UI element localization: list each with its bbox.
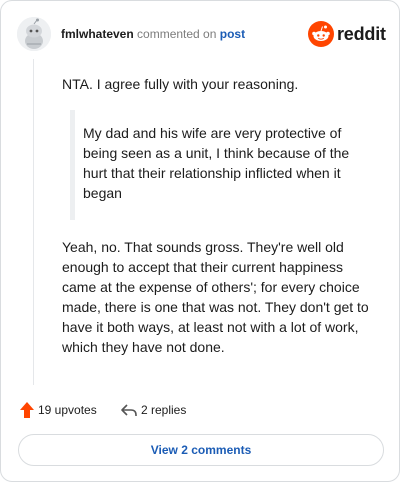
comment-body: NTA. I agree fully with your reasoning. … [62,74,378,357]
comment-paragraph: Yeah, no. That sounds gross. They're wel… [62,239,369,355]
snoo-avatar-icon[interactable] [17,17,51,51]
comment-card: fmlwhateven commented on post reddit NTA… [0,0,400,482]
quote-bar [70,110,75,220]
thread-line [33,59,34,385]
reddit-logo-icon [308,21,334,47]
post-link[interactable]: post [220,27,245,41]
quote-text: My dad and his wife are very protective … [83,125,350,201]
reddit-logo[interactable]: reddit [308,21,386,47]
reply-count[interactable]: 2 replies [141,403,186,417]
upvote-arrow-icon[interactable] [19,401,35,419]
blockquote: My dad and his wife are very protective … [62,110,378,220]
comment-paragraph: NTA. I agree fully with your reasoning. [62,76,299,92]
header-text: fmlwhateven commented on post [61,27,245,41]
action-text: commented on [137,27,217,41]
username-link[interactable]: fmlwhateven [61,27,134,41]
view-comments-button[interactable]: View 2 comments [18,434,384,466]
comment-header: fmlwhateven commented on post reddit [17,17,386,53]
reply-arrow-icon[interactable] [120,401,138,419]
upvote-count: 19 upvotes [38,403,97,417]
logo-text: reddit [337,24,386,44]
